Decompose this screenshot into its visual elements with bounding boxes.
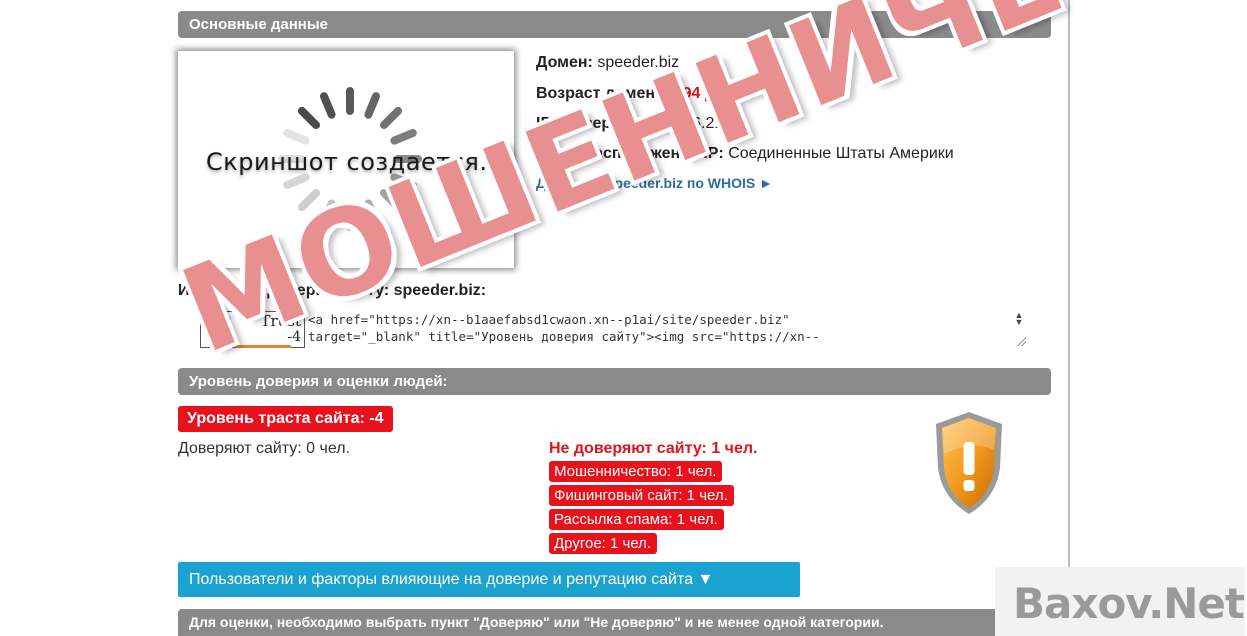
factors-toggle-button[interactable]: Пользователи и факторы влияющие на довер… — [178, 562, 800, 597]
trust-badge-label: Trust — [260, 312, 301, 330]
trust-badge-value: -4 — [287, 329, 301, 345]
geo-row: Месторасположение IP: Соединенные Штаты … — [536, 145, 954, 163]
resize-grip-icon[interactable] — [1016, 336, 1026, 346]
domain-age-value: 294 дней. — [673, 85, 748, 102]
page-border — [1068, 0, 1070, 636]
ip-value: 54.191.76.212 — [629, 115, 733, 132]
warning-shield-icon — [936, 412, 1002, 514]
site-screenshot-placeholder: Скриншот создается... — [178, 51, 514, 268]
geo-label: Месторасположение IP: — [536, 145, 724, 162]
category-tag-spam: Рассылка спама: 1 чел. — [549, 509, 724, 530]
informer-title: Информер доверия сайту: speeder.biz: — [178, 282, 487, 299]
trust-shield-icon: T — [205, 315, 231, 343]
whois-link[interactable]: Данные о speeder.biz по WHOIS ► — [536, 175, 773, 191]
section-header-main: Основные данные — [178, 11, 1051, 38]
category-tag-other: Другое: 1 чел. — [549, 533, 658, 554]
ip-label: IP сервера: — [536, 115, 626, 132]
screenshot-caption: Скриншот создается... — [206, 148, 504, 176]
trust-count: Доверяют сайту: 0 чел. — [178, 440, 350, 457]
watermark: Baxov.Net — [995, 567, 1245, 636]
domain-row: Домен: speeder.biz — [536, 54, 679, 72]
informer-code-textarea[interactable]: <a href="https://xn--b1aaefabsd1cwaon.xn… — [308, 311, 1028, 349]
domain-age-label: Возраст домена: — [536, 85, 670, 102]
scroll-arrows-icon[interactable]: ▲ ▼ — [1012, 311, 1026, 327]
trust-level-badge: Уровень траста сайта: -4 — [178, 406, 393, 432]
category-tag-fraud: Мошенничество: 1 чел. — [549, 461, 723, 482]
domain-label: Домен: — [536, 54, 593, 71]
distrust-count: Не доверяют сайту: 1 чел. — [549, 440, 758, 457]
domain-value: speeder.biz — [597, 54, 680, 71]
trust-badge[interactable]: T Trust -4 — [200, 311, 305, 348]
category-tag-phishing: Фишинговый сайт: 1 чел. — [549, 485, 734, 506]
ip-row: IP сервера: 54.191.76.212 — [536, 115, 732, 133]
section-header-trust: Уровень доверия и оценки людей: — [178, 368, 1051, 395]
domain-age-row: Возраст домена: 294 дней. — [536, 85, 748, 103]
trust-badge-bar — [235, 345, 291, 348]
rating-note: Для оценки, необходимо выбрать пункт "До… — [178, 609, 1051, 636]
watermark-text: Baxov.Net — [1013, 579, 1245, 628]
geo-value: Соединенные Штаты Америки — [728, 145, 954, 162]
